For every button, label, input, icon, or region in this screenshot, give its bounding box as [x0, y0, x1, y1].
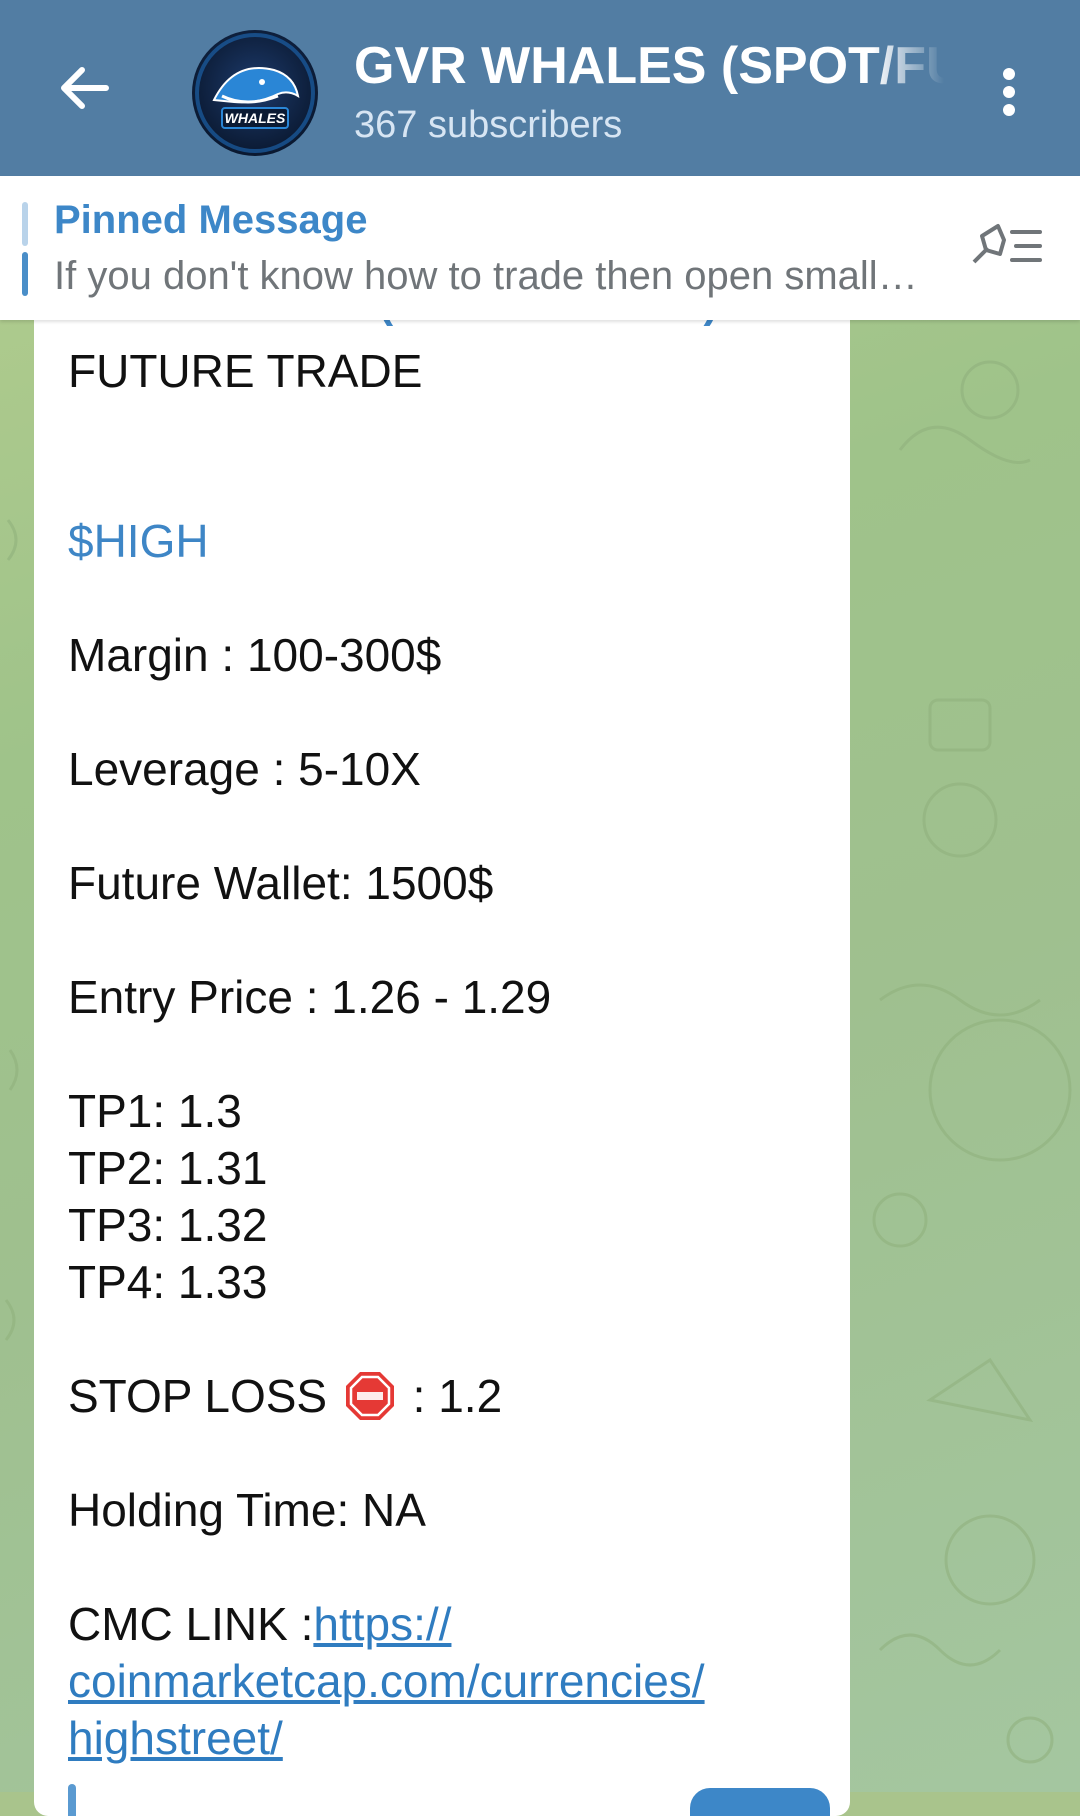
cmc-link-part-2[interactable]: coinmarketcap.com/currencies/: [68, 1654, 705, 1708]
pinned-message-bar[interactable]: Pinned Message If you don't know how to …: [0, 176, 1080, 320]
message-line-stop-loss: STOP LOSS : 1.2: [68, 1369, 502, 1423]
message-line-tp4: TP4: 1.33: [68, 1256, 268, 1308]
stop-loss-value: : 1.2: [412, 1370, 503, 1422]
back-button[interactable]: [48, 52, 120, 124]
message-line-holding: Holding Time: NA: [68, 1484, 426, 1536]
message-line-wallet: Future Wallet: 1500$: [68, 857, 494, 909]
channel-avatar[interactable]: WHALES: [192, 30, 318, 156]
pin-indicator-top: [22, 202, 28, 246]
message-line-cmc: CMC LINK :https://: [68, 1597, 451, 1651]
message-bubble[interactable]: GVR WHALES (SPOT/FUTURE) FUTURE TRADE $H…: [34, 296, 850, 1816]
whale-logo-icon: WHALES: [195, 33, 315, 153]
message-ticker[interactable]: $HIGH: [68, 514, 209, 568]
pin-indicator-active: [22, 252, 28, 296]
avatar-text: WHALES: [225, 110, 286, 126]
chat-header: WHALES GVR WHALES (SPOT/FUTURE) 367 subs…: [0, 0, 1080, 176]
pinned-list-button[interactable]: [964, 218, 1044, 278]
message-line-tp3: TP3: 1.32: [68, 1199, 268, 1251]
pinned-title: Pinned Message: [54, 198, 368, 242]
message-line-trade-type: FUTURE TRADE: [68, 345, 423, 397]
message-line-leverage: Leverage : 5-10X: [68, 743, 421, 795]
stop-loss-label: STOP LOSS: [68, 1370, 328, 1422]
cmc-link-part-3[interactable]: highstreet/: [68, 1711, 283, 1765]
message-line-entry: Entry Price : 1.26 - 1.29: [68, 971, 552, 1023]
message-line-margin: Margin : 100-300$: [68, 629, 442, 681]
link-preview-bar: [68, 1784, 76, 1816]
channel-title[interactable]: GVR WHALES (SPOT/FUTURE): [354, 36, 944, 96]
pin-list-icon: [972, 224, 1042, 264]
subscriber-count: 367 subscribers: [354, 104, 623, 146]
message-line-tp2: TP2: 1.31: [68, 1142, 268, 1194]
arrow-left-icon: [61, 67, 109, 109]
cmc-label: CMC LINK :: [68, 1598, 314, 1650]
stop-sign-icon: [345, 1372, 394, 1420]
link-preview-button[interactable]: [690, 1788, 830, 1816]
more-vertical-icon: [1003, 68, 1015, 116]
more-button[interactable]: [976, 56, 1042, 128]
pinned-preview: If you don't know how to trade then open…: [54, 254, 918, 298]
cmc-link-part-1[interactable]: https://: [313, 1598, 451, 1650]
message-line-tp1: TP1: 1.3: [68, 1085, 242, 1137]
